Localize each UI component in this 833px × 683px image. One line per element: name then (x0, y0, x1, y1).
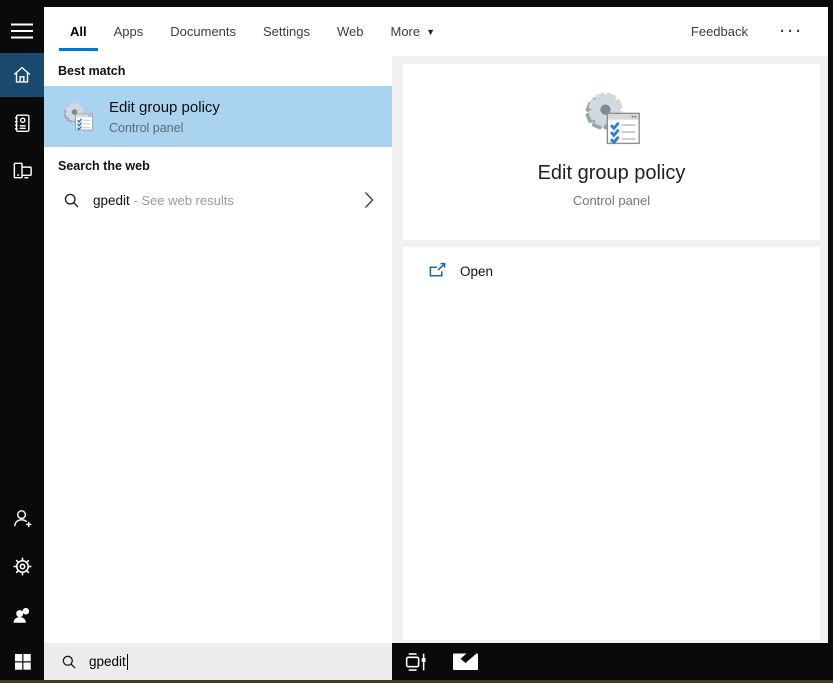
tab-documents[interactable]: Documents (170, 7, 236, 56)
result-subtitle: Control panel (109, 120, 184, 135)
sidebar-item-home[interactable] (0, 53, 44, 97)
web-suffix: - See web results (129, 192, 234, 208)
search-sidebar (0, 7, 44, 643)
sidebar-item-journal[interactable] (0, 101, 44, 145)
gpedit-icon (62, 101, 94, 131)
taskbar-search-input[interactable]: gpedit (44, 643, 392, 680)
sidebar-item-feedback[interactable] (0, 593, 44, 637)
window-right-edge (828, 0, 833, 683)
add-user-icon (13, 509, 31, 527)
web-result-text: gpedit - See web results (93, 193, 234, 208)
tab-all[interactable]: All (59, 7, 98, 56)
feedback-link[interactable]: Feedback (691, 24, 748, 39)
search-filter-tabs: All Apps Documents Settings Web More ▼ F… (44, 7, 828, 56)
web-search-result[interactable]: gpedit - See web results (44, 181, 392, 219)
taskbar: gpedit (0, 643, 833, 680)
task-view-button[interactable] (399, 643, 431, 680)
settings-gear-icon (13, 557, 31, 575)
start-button[interactable] (0, 643, 44, 680)
feedback-person-icon (13, 607, 30, 623)
tab-more[interactable]: More ▼ (391, 7, 436, 56)
devices-icon (13, 162, 32, 178)
open-external-icon (429, 262, 446, 277)
tab-settings-label: Settings (263, 24, 310, 39)
chevron-down-icon: ▼ (426, 26, 436, 37)
home-icon (13, 66, 31, 83)
tab-apps-label: Apps (113, 24, 144, 39)
tab-settings[interactable]: Settings (263, 7, 310, 56)
best-match-result[interactable]: Edit group policy Control panel (44, 86, 392, 147)
mail-button[interactable] (447, 643, 483, 680)
more-options-button[interactable]: ··· (780, 23, 804, 40)
journal-icon (14, 114, 30, 132)
task-view-icon (405, 653, 425, 671)
mail-icon (452, 653, 478, 670)
tab-web-label: Web (337, 24, 364, 39)
windows-search-panel: All Apps Documents Settings Web More ▼ F… (0, 0, 833, 683)
sidebar-item-devices[interactable] (0, 148, 44, 192)
preview-title: Edit group policy (537, 162, 686, 184)
preview-actions-card: Open (403, 247, 820, 640)
best-match-text: Edit group policy Control panel (109, 99, 220, 135)
search-icon (62, 655, 76, 669)
result-title: Edit group policy (109, 98, 220, 116)
best-match-header: Best match (58, 64, 126, 78)
result-preview-panel: Edit group policy Control panel Open (392, 56, 828, 643)
window-top-edge (0, 0, 833, 7)
preview-card: Edit group policy Control panel (403, 64, 820, 240)
chevron-right-icon (364, 192, 374, 208)
tab-all-label: All (70, 24, 87, 39)
open-action[interactable]: Open (403, 247, 820, 290)
sidebar-item-account[interactable] (0, 496, 44, 540)
gpedit-icon (583, 90, 641, 145)
tab-web[interactable]: Web (337, 7, 364, 56)
preview-subtitle: Control panel (572, 193, 651, 208)
sidebar-item-settings[interactable] (0, 544, 44, 588)
web-query: gpedit (93, 192, 130, 208)
menu-icon (11, 23, 33, 39)
open-action-label: Open (460, 263, 494, 279)
search-icon (64, 193, 79, 208)
search-input-value: gpedit (89, 654, 126, 669)
menu-button[interactable] (0, 9, 44, 53)
windows-start-icon (14, 653, 31, 670)
text-cursor (126, 653, 128, 670)
tab-more-label: More (390, 24, 421, 39)
tab-documents-label: Documents (170, 24, 237, 39)
search-the-web-header: Search the web (58, 159, 150, 173)
tab-apps[interactable]: Apps (114, 7, 144, 56)
search-results-panel: Best match Edit group policy Control pan… (44, 56, 392, 643)
